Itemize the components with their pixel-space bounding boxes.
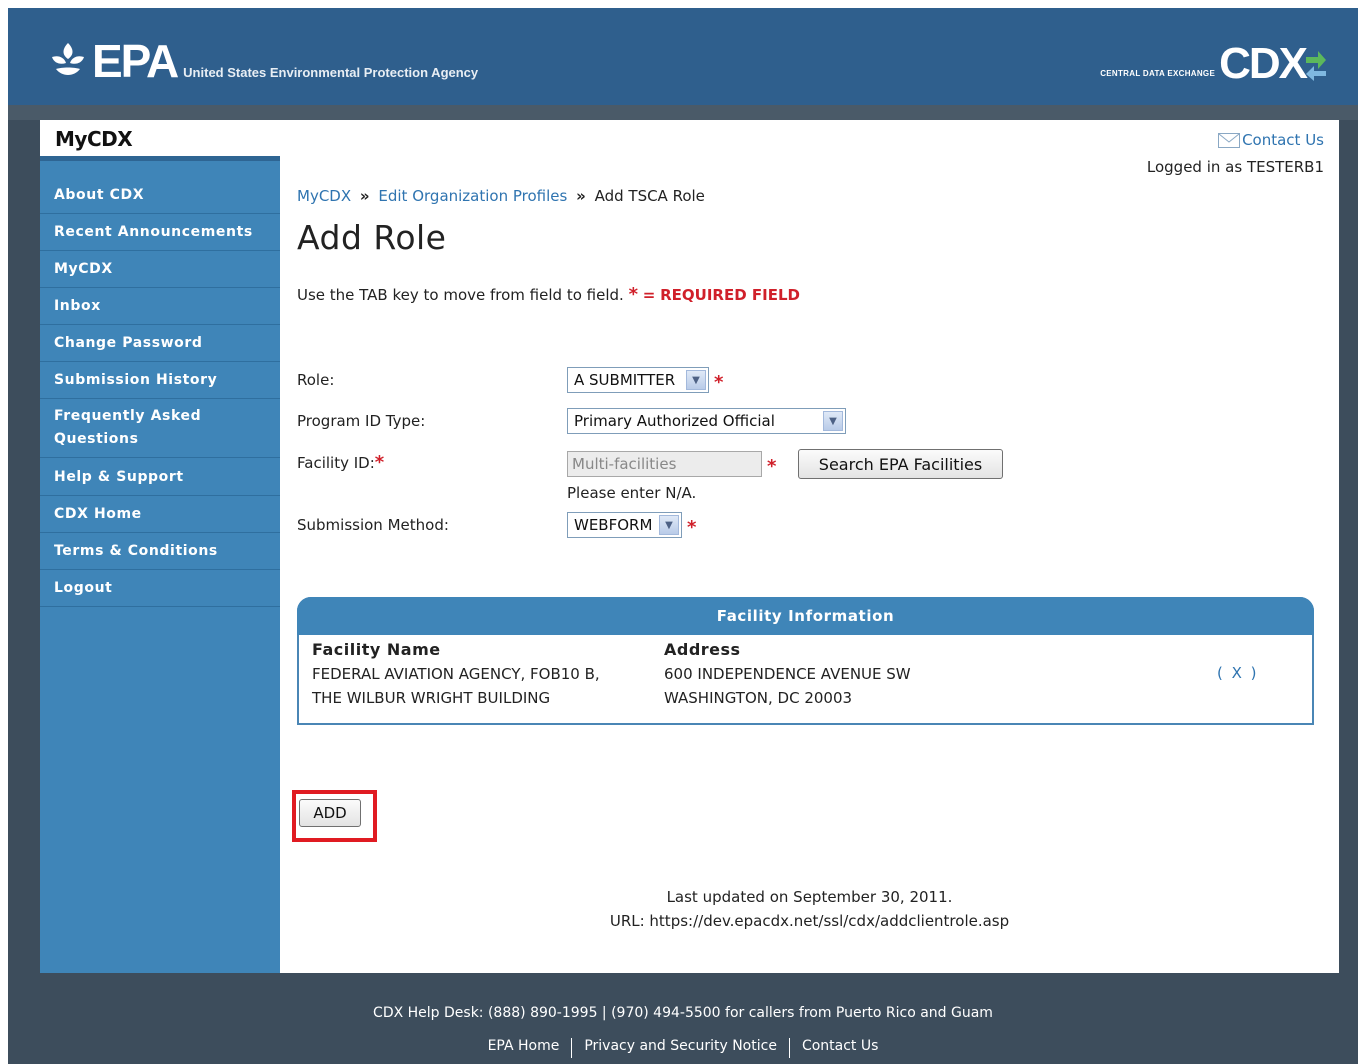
epa-subtitle: United States Environmental Protection A…: [183, 65, 479, 80]
sidebar-item-logout[interactable]: Logout: [40, 570, 280, 607]
chevron-down-icon[interactable]: ▼: [686, 370, 706, 390]
cdx-subtitle: CENTRAL DATA EXCHANGE: [1100, 69, 1216, 78]
facility-id-label: Facility ID:*: [297, 452, 385, 473]
footer-links: EPA Home Privacy and Security Notice Con…: [8, 1038, 1358, 1058]
sidebar-item-recent-announcements[interactable]: Recent Announcements: [40, 214, 280, 251]
sidebar-item-inbox[interactable]: Inbox: [40, 288, 280, 325]
sidebar-item-cdx-home[interactable]: CDX Home: [40, 496, 280, 533]
facility-address-column: Address 600 INDEPENDENCE AVENUE SW WASHI…: [664, 638, 911, 710]
logged-in-status: Logged in as TESTERB1: [1146, 158, 1324, 176]
help-desk-info: CDX Help Desk: (888) 890-1995 | (970) 49…: [373, 1005, 993, 1021]
required-star-icon: *: [714, 372, 724, 393]
breadcrumb-mycdx[interactable]: MyCDX: [297, 187, 351, 205]
instructions-text: Use the TAB key to move from field to fi…: [297, 286, 624, 304]
address-header: Address: [664, 640, 741, 659]
instructions: Use the TAB key to move from field to fi…: [297, 284, 800, 305]
epa-wordmark: EPA: [92, 35, 179, 87]
chevron-down-icon[interactable]: ▼: [823, 411, 843, 431]
breadcrumb: MyCDX » Edit Organization Profiles » Add…: [297, 187, 705, 205]
facility-id-input[interactable]: Multi-facilities: [567, 451, 762, 477]
sidebar-item-submission-history[interactable]: Submission History: [40, 362, 280, 399]
chevron-down-icon[interactable]: ▼: [659, 515, 679, 535]
footer-link-epa-home[interactable]: EPA Home: [488, 1038, 560, 1058]
page-url: URL: https://dev.epacdx.net/ssl/cdx/addc…: [609, 912, 1010, 930]
breadcrumb-current: Add TSCA Role: [594, 187, 705, 205]
remove-facility-link[interactable]: ( X ): [1217, 664, 1259, 682]
facility-name-header: Facility Name: [312, 640, 441, 659]
footer-divider: [571, 1038, 573, 1058]
contact-us-link[interactable]: Contact Us: [1218, 131, 1324, 149]
add-button[interactable]: ADD: [299, 799, 361, 827]
role-select[interactable]: A SUBMITTER ▼: [567, 367, 709, 393]
sidebar-item-faq[interactable]: Frequently Asked Questions: [40, 399, 280, 458]
breadcrumb-separator: »: [576, 187, 586, 205]
header-band: [8, 105, 1358, 120]
facility-id-hint: Please enter N/A.: [567, 484, 697, 502]
role-label: Role:: [297, 371, 335, 389]
facility-name-column: Facility Name FEDERAL AVIATION AGENCY, F…: [312, 638, 600, 710]
search-epa-facilities-button[interactable]: Search EPA Facilities: [798, 449, 1003, 479]
address-line2: WASHINGTON, DC 20003: [664, 689, 853, 707]
sidebar-item-change-password[interactable]: Change Password: [40, 325, 280, 362]
required-star-icon: *: [767, 456, 777, 477]
last-updated: Last updated on September 30, 2011.: [666, 888, 953, 906]
facility-name-line1: FEDERAL AVIATION AGENCY, FOB10 B,: [312, 665, 600, 683]
envelope-icon: [1218, 132, 1241, 148]
breadcrumb-separator: »: [359, 187, 370, 205]
address-line1: 600 INDEPENDENCE AVENUE SW: [664, 665, 911, 683]
epa-logo[interactable]: EPA United States Environmental Protecti…: [48, 38, 478, 84]
sidebar-nav: About CDX Recent Announcements MyCDX Inb…: [40, 156, 280, 973]
footer-divider: [788, 1038, 790, 1058]
site-header: EPA United States Environmental Protecti…: [8, 8, 1358, 105]
page-title: Add Role: [297, 218, 447, 257]
sidebar-item-mycdx[interactable]: MyCDX: [40, 251, 280, 288]
facility-name-line2: THE WILBUR WRIGHT BUILDING: [312, 689, 551, 707]
required-star-icon: *: [687, 517, 697, 538]
footer-link-contact-us[interactable]: Contact Us: [802, 1038, 878, 1058]
epa-flower-icon: [52, 43, 84, 75]
cdx-wordmark: CDX: [1219, 39, 1308, 88]
submission-method-label: Submission Method:: [297, 516, 449, 534]
cdx-logo[interactable]: CENTRAL DATA EXCHANGE CDX: [1100, 42, 1326, 86]
required-star-icon: *: [628, 284, 638, 305]
sidebar-item-about-cdx[interactable]: About CDX: [40, 176, 280, 214]
sidebar-item-terms-conditions[interactable]: Terms & Conditions: [40, 533, 280, 570]
required-equals: =: [642, 286, 656, 304]
facility-information-heading: Facility Information: [297, 597, 1314, 635]
program-id-type-label: Program ID Type:: [297, 412, 426, 430]
breadcrumb-edit-org-profiles[interactable]: Edit Organization Profiles: [378, 187, 567, 205]
exchange-arrows-icon: [1306, 51, 1326, 81]
submission-method-select[interactable]: WEBFORM ▼: [567, 512, 682, 538]
required-field-label: REQUIRED FIELD: [660, 286, 800, 304]
required-star-icon: *: [374, 452, 385, 473]
sidebar-title: MyCDX: [40, 120, 280, 156]
footer-link-privacy[interactable]: Privacy and Security Notice: [584, 1038, 777, 1058]
sidebar-item-help-support[interactable]: Help & Support: [40, 458, 280, 496]
program-id-type-select[interactable]: Primary Authorized Official ▼: [567, 408, 846, 434]
